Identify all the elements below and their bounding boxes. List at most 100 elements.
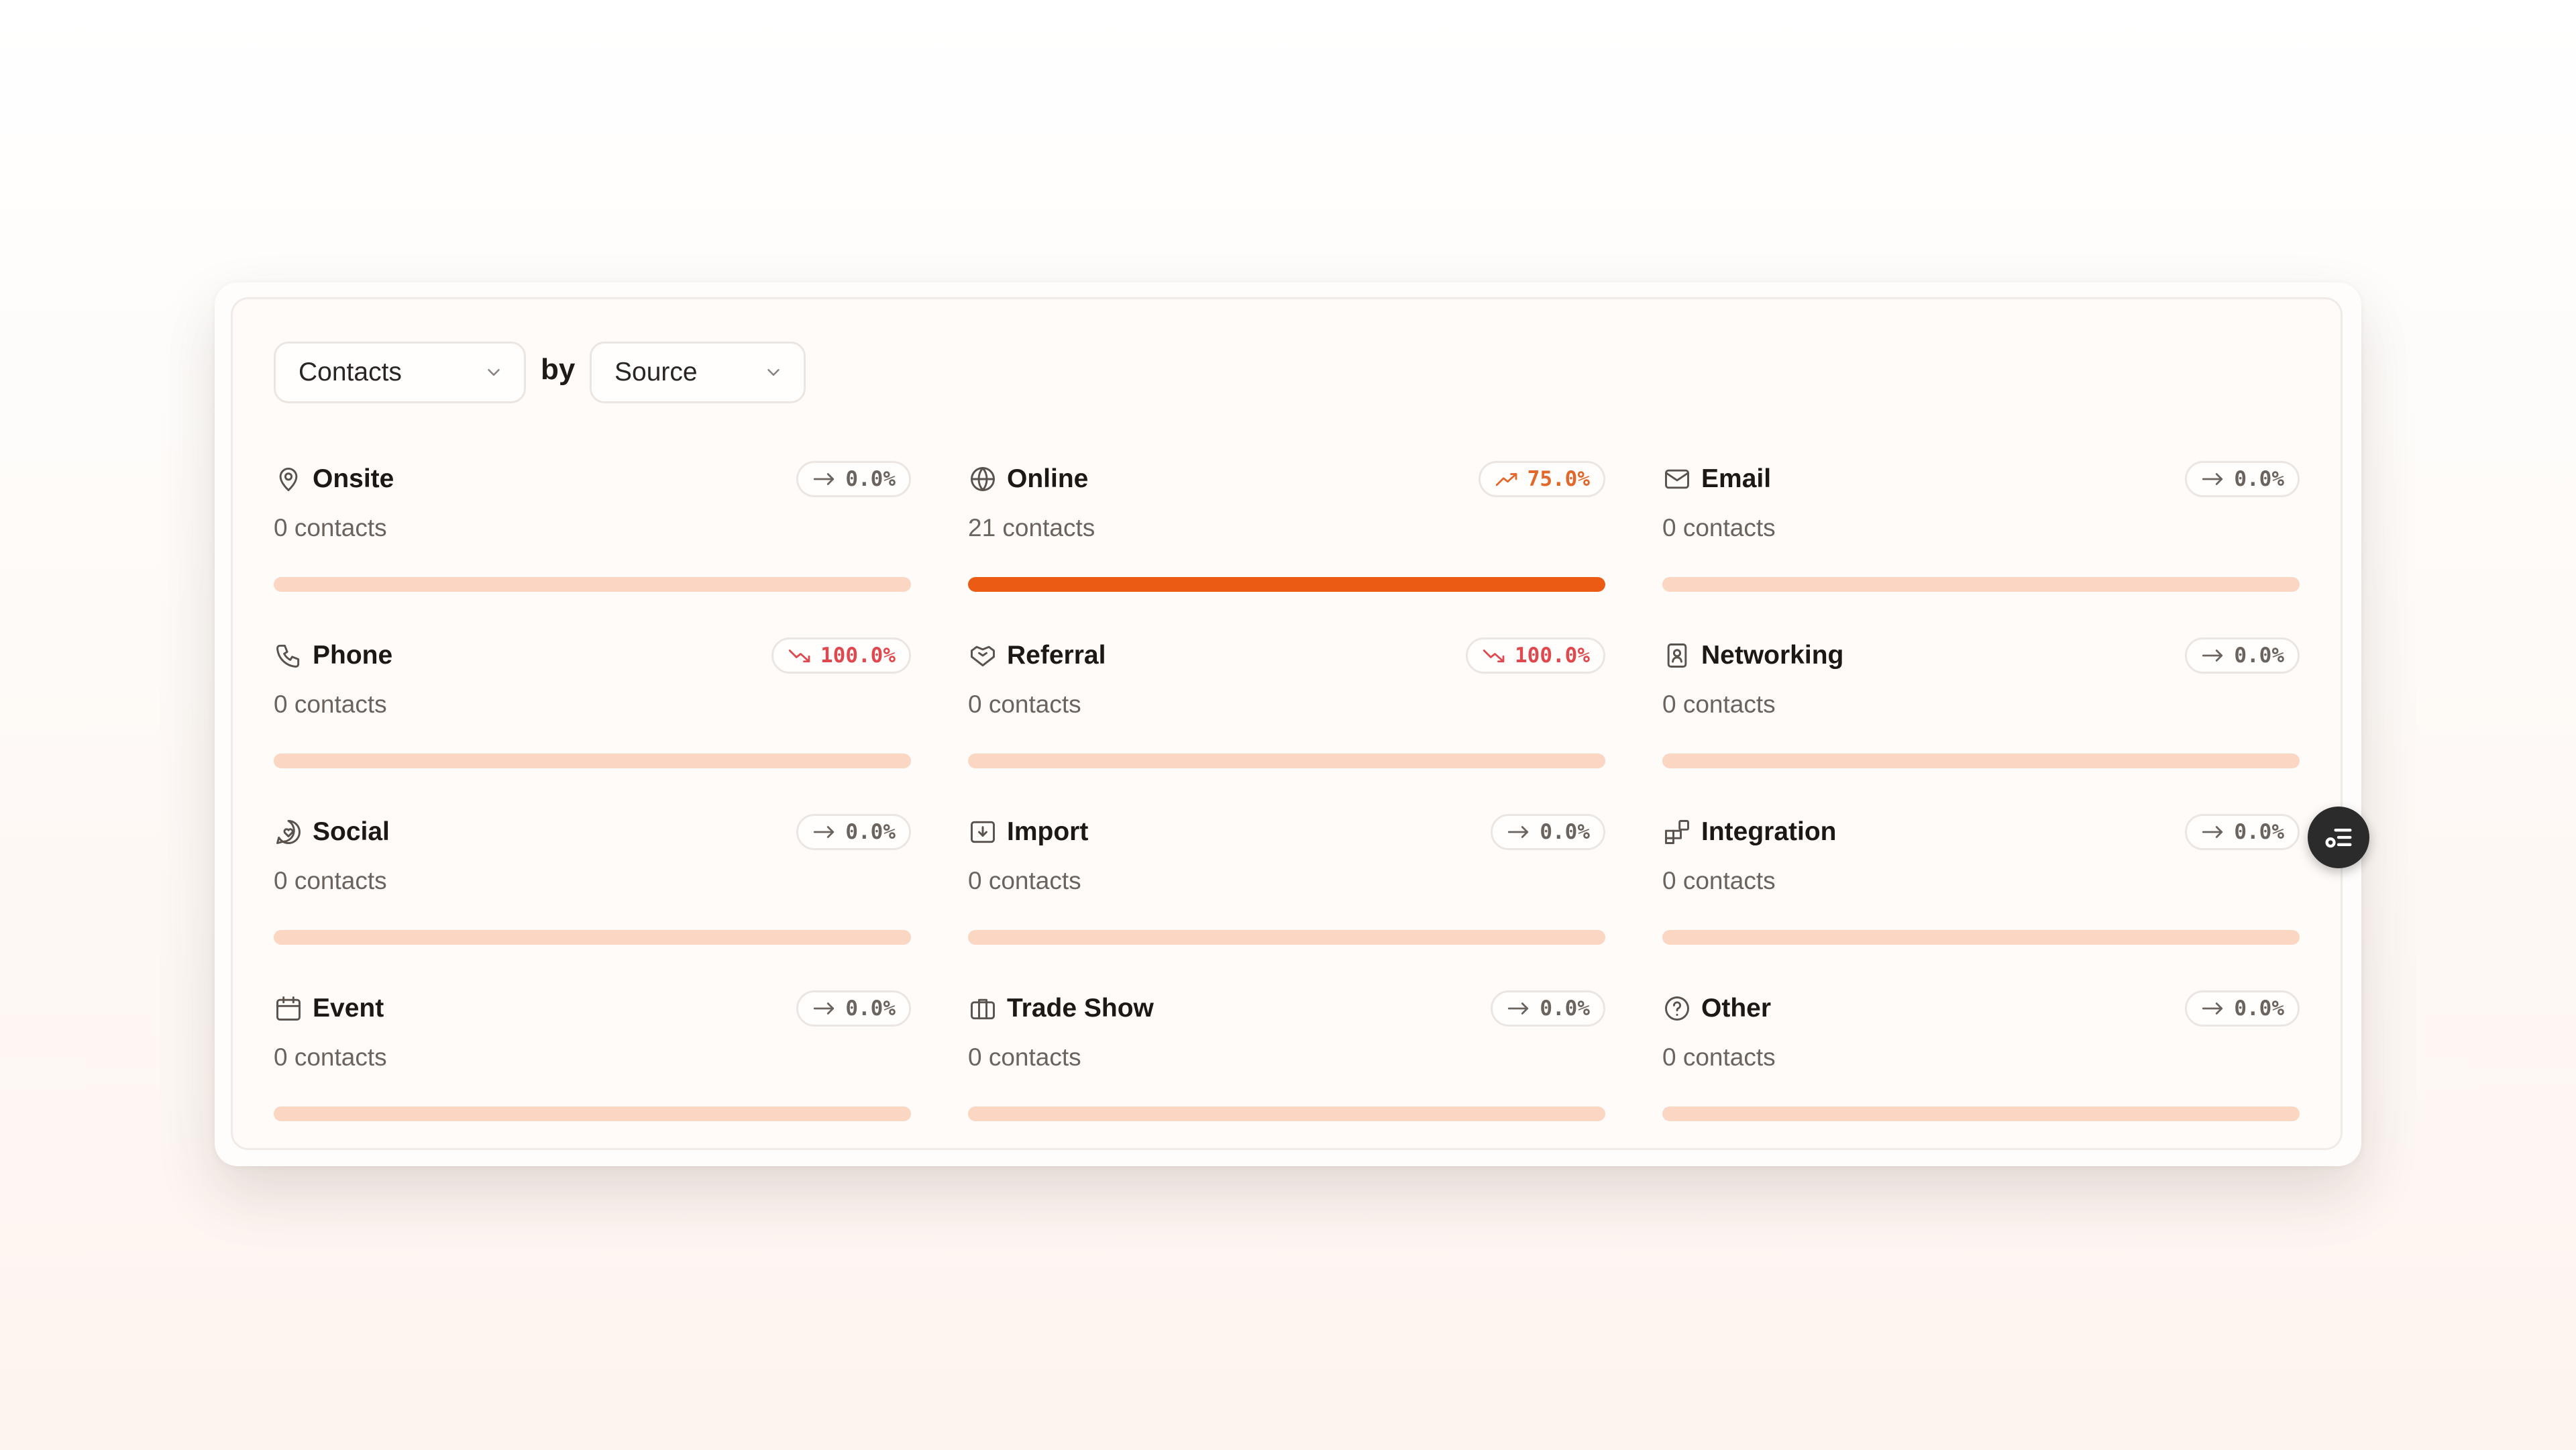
source-tile-trade-show[interactable]: Trade Show 0.0% 0 contacts <box>968 988 1605 1129</box>
trend-flat-icon <box>814 826 835 838</box>
tile-header: Phone <box>274 635 392 676</box>
tile-header: Integration <box>1662 812 1837 852</box>
contact-count: 0 contacts <box>1662 867 1776 894</box>
group-by-select-label: Source <box>614 358 698 386</box>
share-bar-fill <box>968 577 1605 592</box>
contact-count: 0 contacts <box>1662 690 1776 718</box>
tile-name: Referral <box>1007 641 1106 670</box>
tile-name: Event <box>313 994 384 1023</box>
tile-name: Other <box>1701 994 1772 1023</box>
trend-badge: 0.0% <box>2185 637 2300 674</box>
source-tile-other[interactable]: Other 0.0% 0 contacts <box>1662 988 2300 1129</box>
metric-select[interactable]: Contacts <box>274 342 526 403</box>
trend-flat-icon <box>1508 1002 1529 1015</box>
trend-flat-icon <box>2202 473 2223 485</box>
share-bar <box>1662 754 2300 768</box>
tile-name: Online <box>1007 464 1089 493</box>
trend-percent: 0.0% <box>2234 820 2284 844</box>
source-tile-integration[interactable]: Integration 0.0% 0 contacts <box>1662 812 2300 953</box>
page-background: Contacts by Source Onsite 0.0% 0 contacts O… <box>0 0 2576 1450</box>
tile-name: Phone <box>313 641 393 670</box>
tile-header: Networking <box>1662 635 1843 676</box>
source-tile-onsite[interactable]: Onsite 0.0% 0 contacts <box>274 459 911 600</box>
source-tile-event[interactable]: Event 0.0% 0 contacts <box>274 988 911 1129</box>
trend-badge: 0.0% <box>2185 461 2300 497</box>
tile-name: Onsite <box>313 464 394 493</box>
trend-percent: 100.0% <box>1515 643 1590 668</box>
trend-badge: 0.0% <box>2185 990 2300 1027</box>
metric-select-label: Contacts <box>299 358 402 386</box>
contact-count: 0 contacts <box>968 1043 1081 1071</box>
share-bar <box>968 930 1605 945</box>
trend-badge: 0.0% <box>2185 814 2300 850</box>
tile-name: Email <box>1701 464 1772 493</box>
calendar-icon <box>274 994 303 1023</box>
trend-up-icon <box>1495 473 1517 486</box>
source-tile-phone[interactable]: Phone 100.0% 0 contacts <box>274 635 911 776</box>
trend-percent: 0.0% <box>2234 467 2284 491</box>
filter-settings-icon <box>2325 829 2352 848</box>
by-label: by <box>541 353 576 386</box>
contact-count: 0 contacts <box>968 867 1081 894</box>
contact-count: 21 contacts <box>968 514 1095 541</box>
trend-percent: 0.0% <box>845 996 896 1021</box>
tile-header: Referral <box>968 635 1106 676</box>
source-tile-referral[interactable]: Referral 100.0% 0 contacts <box>968 635 1605 776</box>
trend-badge: 0.0% <box>796 461 911 497</box>
mail-icon <box>1662 464 1692 494</box>
tile-name: Import <box>1007 817 1089 846</box>
briefcase-icon <box>968 994 998 1023</box>
tile-header: Trade Show <box>968 988 1154 1029</box>
trend-percent: 0.0% <box>845 820 896 844</box>
source-tile-social[interactable]: Social 0.0% 0 contacts <box>274 812 911 953</box>
source-tile-import[interactable]: Import 0.0% 0 contacts <box>968 812 1605 953</box>
chevron-down-icon <box>767 369 780 376</box>
source-tile-online[interactable]: Online 75.0% 21 contacts <box>968 459 1605 600</box>
import-icon <box>968 817 998 847</box>
share-bar <box>274 754 911 768</box>
share-bar <box>1662 1106 2300 1121</box>
tile-header: Other <box>1662 988 1771 1029</box>
phone-icon <box>274 641 303 670</box>
trend-percent: 0.0% <box>2234 643 2284 668</box>
contact-book-icon <box>1662 641 1692 670</box>
share-bar <box>1662 577 2300 592</box>
source-tile-networking[interactable]: Networking 0.0% 0 contacts <box>1662 635 2300 776</box>
tile-header: Online <box>968 459 1088 499</box>
trend-badge: 0.0% <box>1491 990 1605 1027</box>
trend-badge: 0.0% <box>1491 814 1605 850</box>
trend-flat-icon <box>2202 826 2223 838</box>
contact-count: 0 contacts <box>274 690 387 718</box>
tile-name: Networking <box>1701 641 1844 670</box>
contact-count: 0 contacts <box>1662 514 1776 541</box>
share-bar <box>274 1106 911 1121</box>
trend-badge: 100.0% <box>771 637 911 674</box>
share-bar <box>274 930 911 945</box>
trend-percent: 75.0% <box>1527 467 1590 491</box>
group-by-select[interactable]: Source <box>590 342 806 403</box>
source-tile-email[interactable]: Email 0.0% 0 contacts <box>1662 459 2300 600</box>
trend-percent: 0.0% <box>845 467 896 491</box>
help-circle-icon <box>1662 994 1692 1023</box>
trend-badge: 75.0% <box>1478 461 1605 497</box>
trend-flat-icon <box>814 1002 835 1015</box>
share-bar <box>968 577 1605 592</box>
tile-name: Social <box>313 817 390 846</box>
tile-name: Trade Show <box>1007 994 1154 1023</box>
trend-flat-icon <box>2202 650 2223 662</box>
trend-percent: 0.0% <box>1540 820 1590 844</box>
trend-percent: 0.0% <box>2234 996 2284 1021</box>
floating-settings-button[interactable] <box>2308 807 2369 868</box>
contact-count: 0 contacts <box>274 514 387 541</box>
trend-percent: 100.0% <box>820 643 896 668</box>
tile-header: Email <box>1662 459 1771 499</box>
trend-flat-icon <box>2202 1002 2223 1015</box>
contact-count: 0 contacts <box>274 1043 387 1071</box>
share-bar <box>274 577 911 592</box>
trend-badge: 100.0% <box>1466 637 1605 674</box>
share-bar <box>1662 930 2300 945</box>
chevron-down-icon <box>488 369 500 376</box>
tile-header: Import <box>968 812 1088 852</box>
contact-count: 0 contacts <box>1662 1043 1776 1071</box>
trend-flat-icon <box>1508 826 1529 838</box>
